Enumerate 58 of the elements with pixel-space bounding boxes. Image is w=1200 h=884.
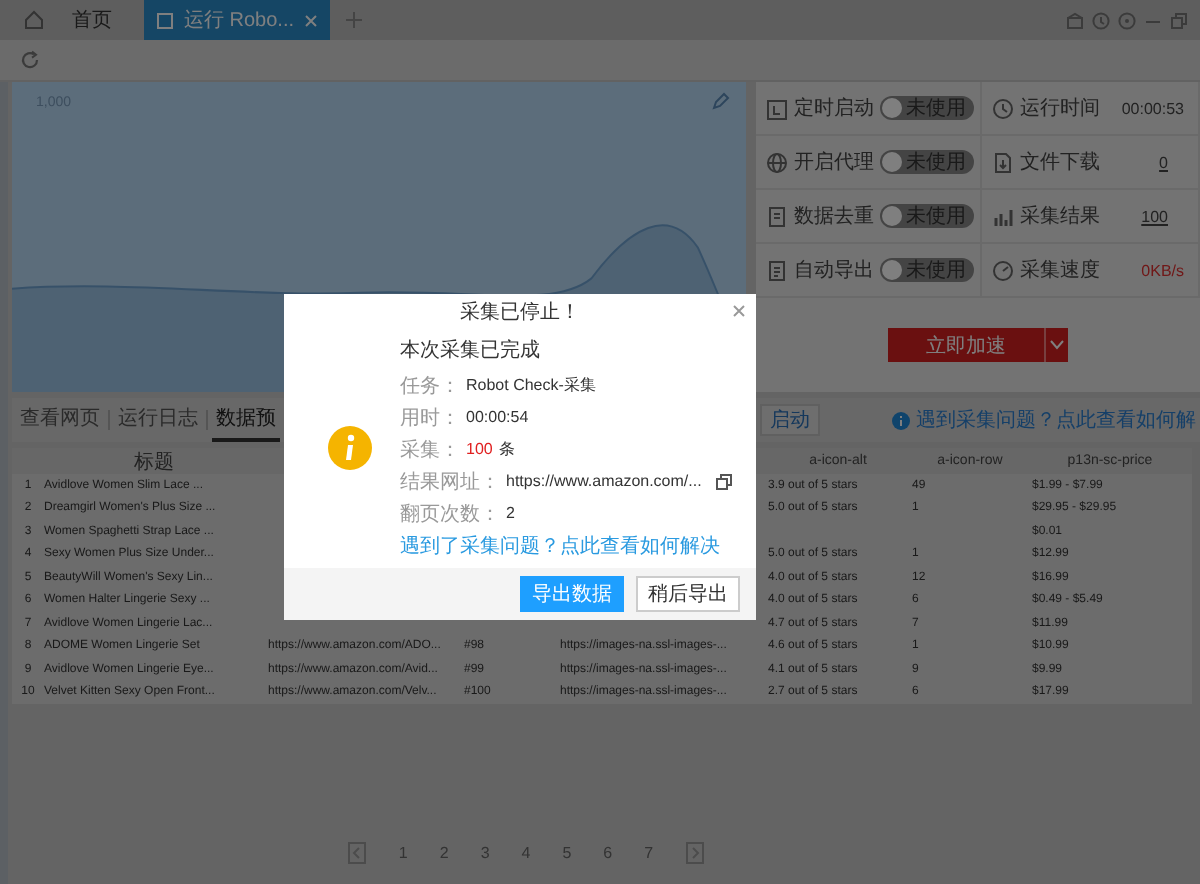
gauge-icon: [992, 259, 1014, 281]
field-label: 翻页次数：: [400, 501, 500, 527]
unit-label: 条: [498, 438, 515, 460]
accelerate-button[interactable]: 立即加速: [888, 328, 1044, 362]
restore-icon[interactable]: [1170, 11, 1188, 29]
copy-icon[interactable]: [715, 473, 732, 489]
close-icon[interactable]: [732, 304, 746, 318]
caret-icon: [1050, 340, 1064, 350]
later-button[interactable]: 稍后导出: [636, 576, 740, 612]
setting-label: 运行时间: [1020, 95, 1100, 122]
setting-label: 采集结果: [1020, 203, 1100, 230]
tab[interactable]: 运行 Robo...: [144, 0, 331, 40]
field-label: 采集：: [400, 437, 460, 463]
setting-label: 自动导出: [794, 257, 874, 284]
field-value: Robot Check-采集: [466, 374, 596, 396]
field-label: 结果网址：: [400, 469, 500, 495]
setting-value: 0KB/s: [1141, 261, 1186, 279]
add-icon[interactable]: [346, 12, 363, 28]
export-button[interactable]: 导出数据: [520, 576, 624, 612]
field-value: https://www.amazon.com/...: [506, 472, 702, 490]
tab[interactable]: 运行日志: [114, 398, 202, 442]
clock-icon: [992, 97, 1014, 119]
tab[interactable]: 首页: [60, 0, 124, 40]
pencil-icon[interactable]: [712, 92, 730, 110]
calendar-icon: [766, 97, 788, 119]
document-icon: [992, 151, 1014, 173]
field-value: 100: [466, 440, 493, 458]
tab[interactable]: 查看网页: [16, 398, 104, 442]
field-label: 任务：: [400, 373, 460, 399]
help-link[interactable]: 遇到了采集问题？点此查看如何解决: [400, 532, 732, 560]
dialog-heading: 本次采集已完成: [400, 337, 542, 364]
globe-icon: [766, 151, 788, 173]
value-link[interactable]: 100: [1141, 207, 1192, 225]
home-icon[interactable]: [24, 10, 44, 30]
tab[interactable]: 数据预: [212, 398, 280, 442]
setting-label: 开启代理: [794, 149, 874, 176]
setting-label: 数据去重: [794, 203, 874, 230]
chevron-left-icon[interactable]: [348, 842, 367, 864]
setting-label: 采集速度: [1020, 257, 1100, 284]
document-icon: [156, 11, 174, 29]
help-link[interactable]: 遇到采集问题？点此查看如何解: [892, 406, 1200, 434]
field-value: 00:00:54: [466, 408, 529, 426]
setting-value: 00:00:53: [1121, 99, 1186, 117]
refresh-icon[interactable]: [20, 50, 40, 70]
document-icon: [766, 205, 788, 227]
dialog-title: 采集已停止！: [460, 299, 580, 325]
chevron-right-icon[interactable]: [685, 842, 704, 864]
setting-label: 文件下载: [1020, 149, 1100, 176]
dropdown-button[interactable]: [1044, 328, 1068, 362]
bar-chart-icon: [992, 205, 1014, 227]
value-link[interactable]: 0: [1159, 153, 1192, 171]
field-value: 2: [506, 504, 515, 522]
setting-label: 定时启动: [794, 95, 874, 122]
column-header[interactable]: 标题: [40, 447, 264, 475]
document-icon: [766, 259, 788, 281]
start-button[interactable]: 启动: [760, 404, 820, 436]
box-icon[interactable]: [1066, 11, 1084, 29]
field-label: 用时：: [400, 405, 460, 431]
